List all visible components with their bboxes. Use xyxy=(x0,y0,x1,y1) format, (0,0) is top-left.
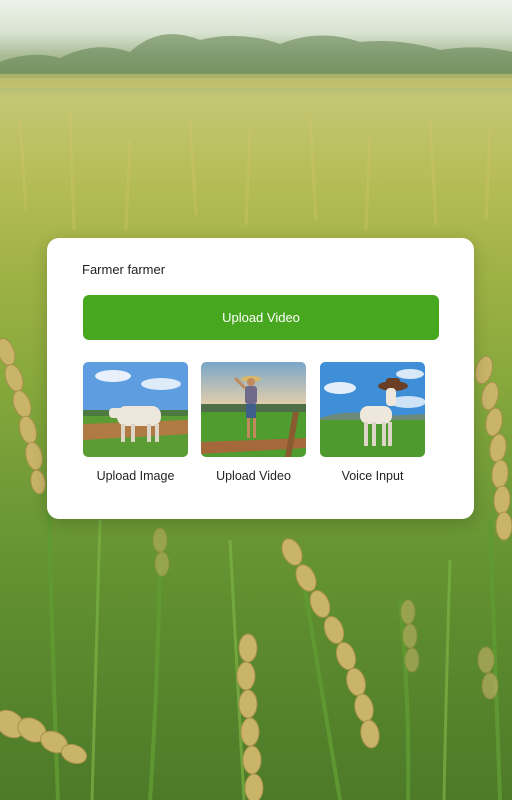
farmer-in-field-thumbnail xyxy=(201,362,306,457)
upload-video-button[interactable]: Upload Video xyxy=(83,295,439,340)
voice-input-label: Voice Input xyxy=(341,469,404,483)
upload-image-label: Upload Image xyxy=(96,469,175,483)
card-title: Farmer farmer xyxy=(82,262,166,277)
upload-image-option[interactable]: Upload Image xyxy=(83,362,188,483)
wheat-field-background: Farmer farmer Upload Video Upload Image … xyxy=(0,0,512,800)
cow-in-field-thumbnail xyxy=(83,362,188,457)
upload-card: Farmer farmer Upload Video Upload Image … xyxy=(47,238,474,519)
upload-video-label: Upload Video xyxy=(216,469,291,483)
upload-video-option[interactable]: Upload Video xyxy=(201,362,306,483)
voice-input-option[interactable]: Voice Input xyxy=(320,362,425,483)
goat-with-hat-thumbnail xyxy=(320,362,425,457)
